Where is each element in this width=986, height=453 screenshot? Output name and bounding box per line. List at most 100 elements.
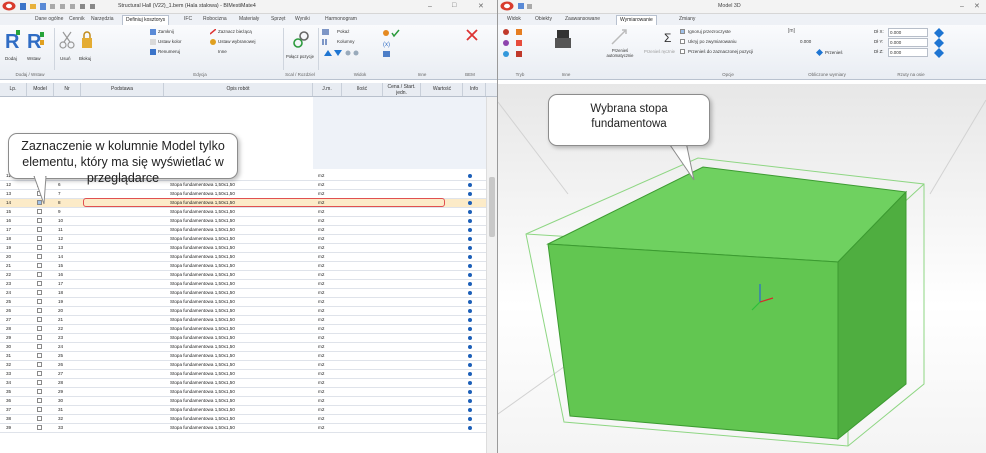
tab-ifc[interactable]: IFC (181, 15, 195, 24)
tab-cennik[interactable]: Cennik (66, 15, 88, 24)
dim-y-field[interactable]: 0.000 (888, 38, 928, 47)
table-row[interactable]: 34 28 Stopa fundamentowa 1,50x1,50 m2 (0, 379, 497, 388)
table-row[interactable]: 29 23 Stopa fundamentowa 1,50x1,50 m2 (0, 334, 497, 343)
tab-definiuj-kosztorys[interactable]: Definiuj kosztorys (122, 15, 170, 25)
table-row[interactable]: 35 29 Stopa fundamentowa 1,50x1,50 m2 (0, 388, 497, 397)
3d-viewport[interactable]: Wybrana stopa fundamentowa (498, 84, 986, 453)
tab-sprzet[interactable]: Sprzęt (268, 15, 288, 24)
table-row[interactable]: 16 10 Stopa fundamentowa 1,50x1,50 m2 (0, 217, 497, 226)
auto-move-button[interactable]: Przenieś automatycznie (600, 28, 640, 66)
table-row[interactable]: 15 9 Stopa fundamentowa 1,50x1,50 m2 (0, 208, 497, 217)
model-checkbox[interactable] (37, 326, 42, 331)
insert-button[interactable]: R Wstaw (26, 28, 50, 66)
info-dot-icon[interactable] (468, 363, 472, 367)
manual-move-button[interactable]: Σ Przenieś ręcznie (644, 28, 676, 66)
tab-zmiany[interactable]: Zmiany (676, 15, 698, 24)
model-checkbox[interactable] (37, 281, 42, 286)
model-checkbox[interactable] (37, 398, 42, 403)
tab-obiekty[interactable]: Obiekty (532, 15, 555, 24)
info-dot-icon[interactable] (468, 381, 472, 385)
check-status-icons[interactable]: (x) (382, 29, 422, 59)
clear-icon[interactable] (466, 29, 478, 41)
table-row[interactable]: 25 19 Stopa fundamentowa 1,50x1,50 m2 (0, 298, 497, 307)
navigation-arrows[interactable] (322, 49, 362, 58)
table-row[interactable]: 20 14 Stopa fundamentowa 1,50x1,50 m2 (0, 253, 497, 262)
table-row[interactable]: 27 21 Stopa fundamentowa 1,50x1,50 m2 (0, 316, 497, 325)
table-row[interactable]: 32 26 Stopa fundamentowa 1,50x1,50 m2 (0, 361, 497, 370)
model-checkbox[interactable] (37, 209, 42, 214)
model-checkbox[interactable] (37, 416, 42, 421)
model-checkbox[interactable] (37, 245, 42, 250)
mode-icons[interactable] (502, 28, 542, 64)
ignore-hidden-checkbox[interactable] (680, 29, 685, 34)
info-dot-icon[interactable] (468, 327, 472, 331)
table-row[interactable]: 31 25 Stopa fundamentowa 1,50x1,50 m2 (0, 352, 497, 361)
model-checkbox[interactable] (37, 407, 42, 412)
col-header-cena[interactable]: Cena / Start. jedn. (383, 83, 421, 96)
info-dot-icon[interactable] (468, 417, 472, 421)
info-dot-icon[interactable] (468, 210, 472, 214)
info-dot-icon[interactable] (468, 372, 472, 376)
model-checkbox[interactable] (37, 236, 42, 241)
info-dot-icon[interactable] (468, 255, 472, 259)
info-dot-icon[interactable] (468, 426, 472, 430)
move-button[interactable]: Przenieś (816, 49, 860, 57)
table-row[interactable]: 39 33 Stopa fundamentowa 1,50x1,50 m2 (0, 424, 497, 433)
model-checkbox[interactable] (37, 227, 42, 232)
model-checkbox[interactable] (37, 389, 42, 394)
model-checkbox[interactable] (37, 371, 42, 376)
info-dot-icon[interactable] (468, 183, 472, 187)
tab-widok[interactable]: Widok (504, 15, 524, 24)
table-row[interactable]: 21 15 Stopa fundamentowa 1,50x1,50 m2 (0, 262, 497, 271)
model-checkbox[interactable] (37, 263, 42, 268)
info-dot-icon[interactable] (468, 219, 472, 223)
info-dot-icon[interactable] (468, 174, 472, 178)
col-header-nr[interactable]: Nr (54, 83, 81, 96)
tab-materialy[interactable]: Materiały (236, 15, 262, 24)
info-dot-icon[interactable] (468, 237, 472, 241)
quick-access-toolbar[interactable] (20, 3, 100, 10)
option-move-to-selected[interactable]: Przenieś do zaznaczonej pozycji (680, 49, 800, 56)
tab-harmonogram[interactable]: Harmonogram (322, 15, 360, 24)
tab-zaawansowane[interactable]: Zaawansowane (562, 15, 603, 24)
table-row[interactable]: 38 32 Stopa fundamentowa 1,50x1,50 m2 (0, 415, 497, 424)
app-logo-icon-3d[interactable] (500, 1, 514, 11)
delete-button[interactable]: Usuń (58, 28, 76, 66)
table-row[interactable]: 37 31 Stopa fundamentowa 1,50x1,50 m2 (0, 406, 497, 415)
model-checkbox[interactable] (37, 380, 42, 385)
table-row[interactable]: 33 27 Stopa fundamentowa 1,50x1,50 m2 (0, 370, 497, 379)
col-header-opis[interactable]: Opis robót (164, 83, 313, 96)
tab-wyniki[interactable]: Wyniki (292, 15, 313, 24)
axis-project-icons[interactable] (934, 28, 944, 58)
table-row[interactable]: 17 11 Stopa fundamentowa 1,50x1,50 m2 (0, 226, 497, 235)
table-row[interactable]: 28 22 Stopa fundamentowa 1,50x1,50 m2 (0, 325, 497, 334)
move-to-selected-checkbox[interactable] (680, 49, 685, 54)
close-icon[interactable]: ✕ (478, 2, 484, 10)
mark-current-button[interactable]: Zaznacz bieżącą (210, 29, 280, 36)
model-checkbox[interactable] (37, 425, 42, 430)
other-dropdown[interactable]: Inne (210, 49, 250, 56)
model-checkbox[interactable] (37, 317, 42, 322)
info-dot-icon[interactable] (468, 228, 472, 232)
quick-access-3d[interactable] (518, 3, 538, 10)
set-color-button[interactable]: Ustaw kolor (150, 39, 210, 46)
tab-wymiarowanie[interactable]: Wymiarowanie (616, 15, 657, 25)
info-dot-icon[interactable] (468, 408, 472, 412)
dim-x-field[interactable]: 0.000 (888, 28, 928, 37)
tab-dane-ogolne[interactable]: Dane ogólne (32, 15, 66, 24)
info-dot-icon[interactable] (468, 336, 472, 340)
tab-narzedzia[interactable]: Narzędzia (88, 15, 117, 24)
col-header-wartosc[interactable]: Wartość (422, 83, 463, 96)
table-row[interactable]: 22 16 Stopa fundamentowa 1,50x1,50 m2 (0, 271, 497, 280)
hide-after-checkbox[interactable] (680, 39, 685, 44)
info-dot-icon[interactable] (468, 291, 472, 295)
info-dot-icon[interactable] (468, 192, 472, 196)
lock-button[interactable]: Błokuj (78, 28, 96, 66)
info-dot-icon[interactable] (468, 345, 472, 349)
table-row[interactable]: 30 24 Stopa fundamentowa 1,50x1,50 m2 (0, 343, 497, 352)
col-header-model[interactable]: Model (27, 83, 54, 96)
model-checkbox[interactable] (37, 308, 42, 313)
tab-robocizna[interactable]: Robocizna (200, 15, 230, 24)
table-row[interactable]: 19 13 Stopa fundamentowa 1,50x1,50 m2 (0, 244, 497, 253)
scrollbar[interactable] (486, 97, 497, 453)
